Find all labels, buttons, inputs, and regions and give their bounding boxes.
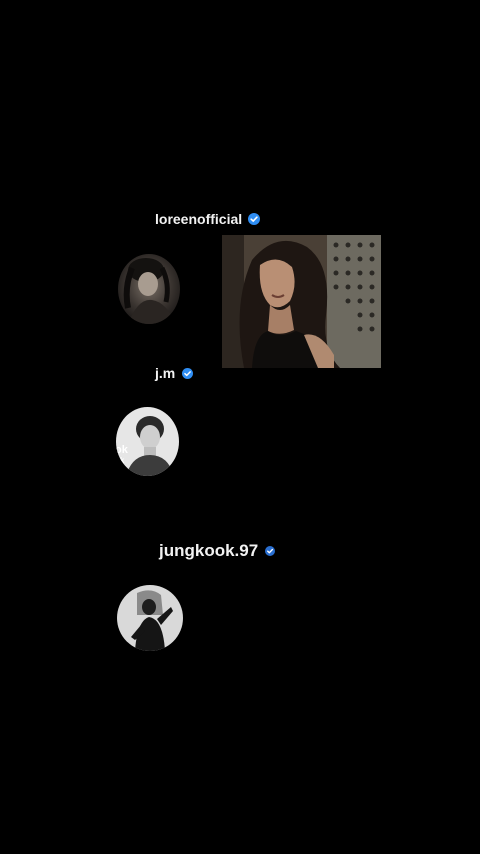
svg-text:ok: ok <box>116 456 125 465</box>
avatar-jungkook-97[interactable] <box>117 585 183 651</box>
avatar-j-m[interactable]: ok ok <box>116 407 179 476</box>
username-loreenofficial[interactable]: loreenofficial <box>155 211 261 227</box>
username-label: j.m <box>155 365 176 381</box>
avatar-loreenofficial[interactable] <box>118 254 180 324</box>
username-jungkook-97[interactable]: jungkook.97 <box>159 541 276 561</box>
verified-badge-icon <box>248 213 261 225</box>
username-j-m[interactable]: j.m <box>155 365 194 381</box>
username-label: jungkook.97 <box>159 541 259 560</box>
verified-badge-icon <box>182 367 194 379</box>
svg-text:ok: ok <box>116 444 129 456</box>
username-label: loreenofficial <box>155 211 243 227</box>
video-thumbnail[interactable] <box>222 235 381 368</box>
verified-badge-icon <box>265 546 276 556</box>
